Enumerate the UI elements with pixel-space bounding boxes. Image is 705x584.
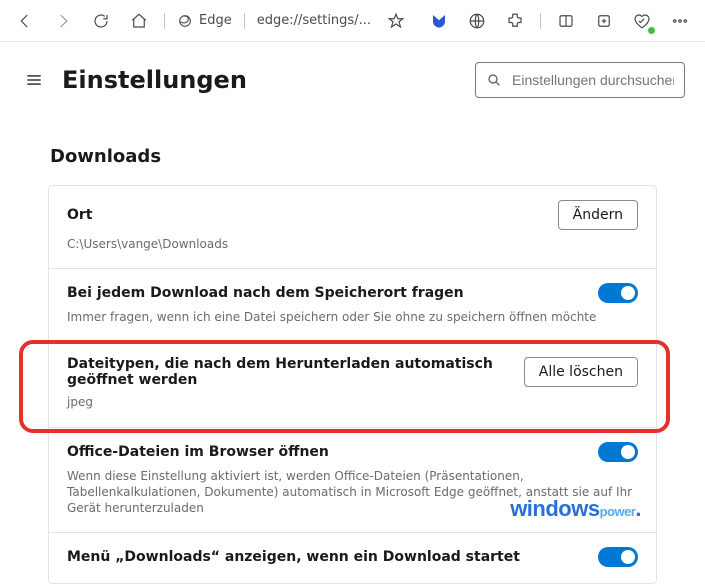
location-label: Ort [67,207,93,223]
auto-open-row: Dateitypen, die nach dem Herunterladen a… [49,341,656,426]
performance-button[interactable] [625,4,659,38]
clear-all-button[interactable]: Alle löschen [524,357,638,387]
search-icon [486,72,502,88]
site-label: Edge [199,13,232,28]
address-text[interactable]: edge://settings/... [253,13,375,28]
forward-button [46,4,80,38]
favorite-button[interactable] [379,4,413,38]
ask-location-toggle[interactable] [598,283,638,303]
search-input[interactable] [512,72,674,88]
downloads-menu-label: Menü „Downloads“ anzeigen, wenn ein Down… [67,549,520,565]
browser-toolbar: Edge edge://settings/... [0,0,705,42]
office-label: Office-Dateien im Browser öffnen [67,444,329,460]
settings-search[interactable] [475,62,685,98]
auto-open-filetypes: jpeg [67,394,638,410]
downloads-card: Ort Ändern C:\Users\vange\Downloads Bei … [48,185,657,584]
location-path: C:\Users\vange\Downloads [67,236,638,252]
menu-button[interactable] [20,66,48,94]
change-location-button[interactable]: Ändern [558,200,638,230]
office-toggle[interactable] [598,442,638,462]
malwarebytes-icon[interactable] [422,4,456,38]
auto-open-label: Dateitypen, die nach dem Herunterladen a… [67,356,512,388]
toolbar-separator [164,13,165,29]
site-identity[interactable]: Edge [173,13,236,29]
home-button[interactable] [122,4,156,38]
globe-icon[interactable] [460,4,494,38]
settings-header: Einstellungen [0,42,705,116]
downloads-menu-toggle[interactable] [598,547,638,567]
toolbar-separator [244,13,245,29]
ask-location-desc: Immer fragen, wenn ich eine Datei speich… [67,309,638,325]
collections-button[interactable] [587,4,621,38]
office-row: Office-Dateien im Browser öffnen Wenn di… [49,427,656,533]
toolbar-separator [540,13,541,29]
more-button[interactable] [663,4,697,38]
refresh-button[interactable] [84,4,118,38]
page-title: Einstellungen [62,66,247,94]
downloads-menu-row: Menü „Downloads“ anzeigen, wenn ein Down… [49,532,656,583]
office-desc: Wenn diese Einstellung aktiviert ist, we… [67,468,638,517]
back-button[interactable] [8,4,42,38]
section-title: Downloads [50,146,657,167]
ask-location-row: Bei jedem Download nach dem Speicherort … [49,268,656,341]
split-screen-button[interactable] [549,4,583,38]
location-row: Ort Ändern C:\Users\vange\Downloads [49,186,656,268]
edge-icon [177,13,193,29]
extensions-button[interactable] [498,4,532,38]
settings-content: Downloads Ort Ändern C:\Users\vange\Down… [0,146,705,584]
ask-location-label: Bei jedem Download nach dem Speicherort … [67,285,464,301]
